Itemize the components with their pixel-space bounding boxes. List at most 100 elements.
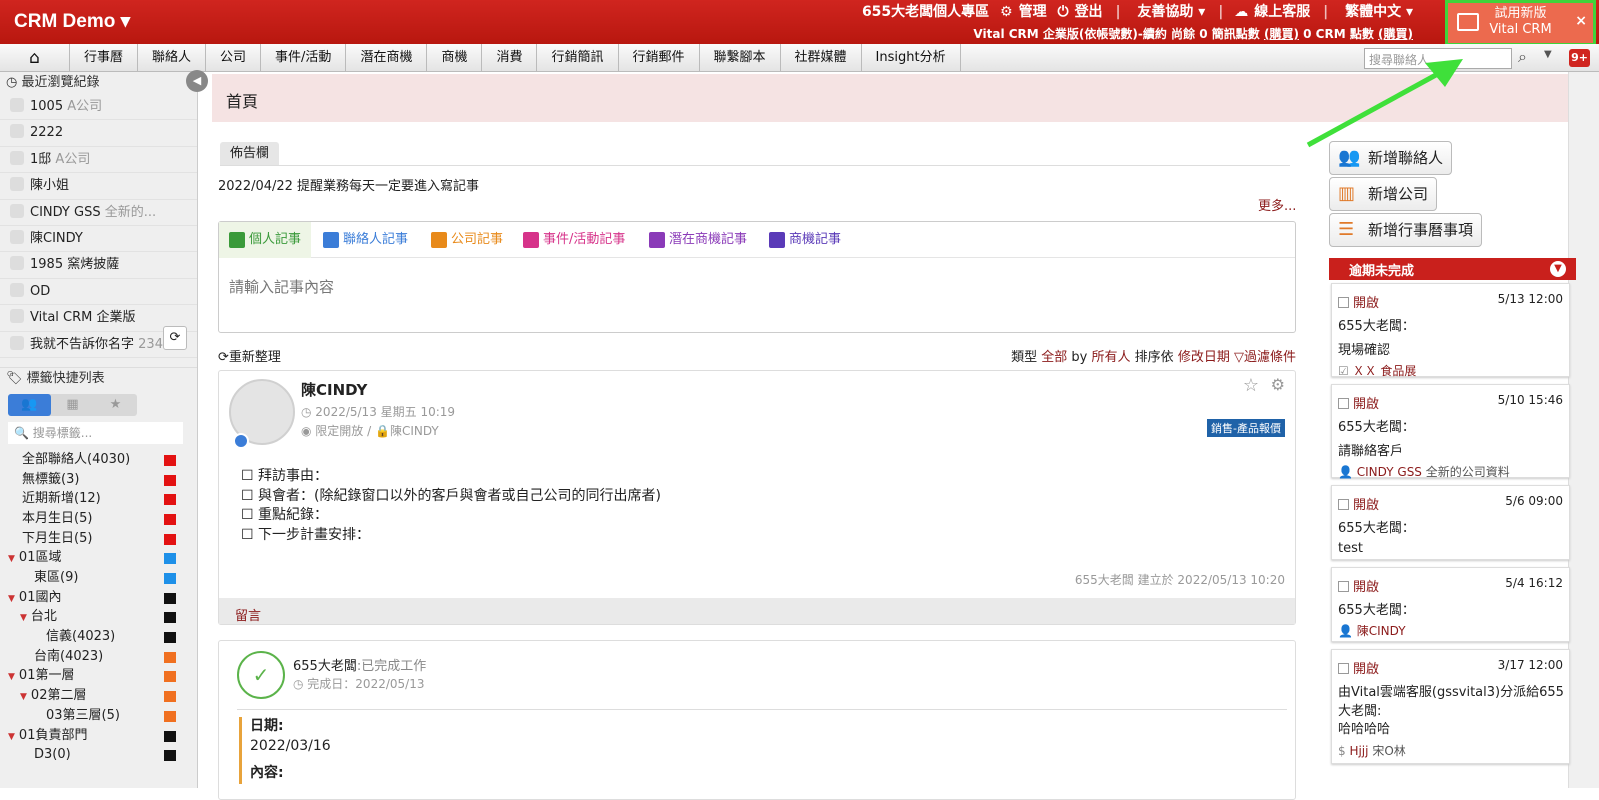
tag-item[interactable]: 近期新增(12) (0, 489, 197, 509)
logout-link[interactable]: ⏻ 登出 (1057, 4, 1102, 20)
add-company-button[interactable]: ▥ 新增公司 (1329, 177, 1438, 211)
sort-filter[interactable]: 修改日期 (1178, 350, 1230, 365)
tag-color-swatch[interactable] (164, 710, 176, 722)
tag-color-swatch[interactable] (164, 730, 176, 742)
recent-item[interactable]: 1005 A公司 (0, 94, 197, 121)
tag-color-swatch[interactable] (164, 513, 176, 525)
tag-color-swatch[interactable] (164, 474, 176, 486)
building-tab-icon[interactable]: ▦ (51, 394, 94, 416)
buy-crm-link[interactable]: (購買) (1378, 27, 1413, 41)
task-checkbox[interactable] (1338, 499, 1349, 510)
expand-triangle-icon[interactable]: ▼ (8, 594, 15, 604)
tag-item[interactable]: 台南(4023) (0, 647, 197, 667)
tag-color-swatch[interactable] (164, 494, 176, 506)
tag-color-swatch[interactable] (164, 651, 176, 663)
tag-color-swatch[interactable] (164, 671, 176, 683)
refresh-button[interactable]: ⟳重新整理 (218, 350, 281, 365)
nav-item[interactable]: 社群媒體 (781, 44, 862, 72)
nav-item[interactable]: 商機 (427, 44, 483, 72)
try-new-version-button[interactable]: 試用新版 Vital CRM × (1445, 0, 1596, 46)
type-filter[interactable]: 全部 (1041, 350, 1067, 365)
task-status[interactable]: 開啟 (1338, 393, 1379, 412)
nav-item[interactable]: 聯繫腳本 (700, 44, 781, 72)
tag-item[interactable]: 全部聯絡人(4030) (0, 450, 197, 470)
note-tab[interactable]: 個人記事 (219, 222, 312, 258)
post-author[interactable]: 655大老闆 (293, 659, 357, 674)
tag-item[interactable]: 本月生日(5) (0, 509, 197, 529)
tag-item[interactable]: ▼ 01國內 (0, 588, 197, 608)
recent-item[interactable]: 1邸 A公司 (0, 147, 197, 174)
user-area-link[interactable]: 655大老闆個人專區 (862, 4, 989, 20)
task-status[interactable]: 開啟 (1338, 292, 1379, 311)
nav-item[interactable]: 行銷簡訊 (537, 44, 619, 72)
tag-color-swatch[interactable] (164, 454, 176, 466)
task-related[interactable]: 👤 CINDY GSS 全新的公司資料 (1338, 463, 1510, 480)
task-status[interactable]: 開啟 (1338, 658, 1379, 677)
star-tab-icon[interactable]: ★ (94, 394, 137, 416)
note-tab[interactable]: 公司記事 (431, 222, 503, 258)
note-tab[interactable]: 事件/活動記事 (523, 222, 625, 258)
nav-item[interactable]: 公司 (206, 44, 262, 72)
task-related[interactable]: ☑ ＸＸ 食品展 (1338, 362, 1416, 379)
tag-color-swatch[interactable] (164, 632, 176, 644)
task-checkbox[interactable] (1338, 297, 1349, 308)
language-menu[interactable]: 繁體中文 ▾ (1339, 4, 1413, 20)
tag-item[interactable]: ▼ 01負責部門 (0, 726, 197, 746)
recent-item[interactable]: 陳CINDY (0, 226, 197, 253)
close-icon[interactable]: × (1575, 13, 1587, 29)
nav-item[interactable]: 行銷郵件 (619, 44, 700, 72)
task-related[interactable]: $ Hjjj 宋O林 (1338, 742, 1406, 759)
tag-color-swatch[interactable] (164, 691, 176, 703)
buy-sms-link[interactable]: (購買) (1264, 27, 1299, 41)
people-tab-icon[interactable]: 👥 (8, 393, 51, 416)
filter-conditions-link[interactable]: ▽過濾條件 (1234, 350, 1296, 365)
task-checkbox[interactable] (1338, 398, 1349, 409)
tag-search-input[interactable]: 🔍 搜尋標籤... (8, 421, 183, 444)
tag-color-swatch[interactable] (164, 612, 176, 624)
tag-item[interactable]: ▼ 01第一層 (0, 666, 197, 686)
more-link[interactable]: 更多... (1258, 195, 1296, 214)
online-service-link[interactable]: ☁ 線上客服 (1234, 4, 1310, 20)
tag-color-swatch[interactable] (164, 553, 176, 565)
tag-item[interactable]: D3(0) (0, 745, 197, 765)
nav-item[interactable]: 潛在商機 (346, 44, 428, 72)
nav-item[interactable]: Insight分析 (862, 44, 961, 72)
avatar[interactable] (229, 379, 295, 449)
refresh-tags-icon[interactable]: ⟳ (163, 326, 187, 350)
tag-color-swatch[interactable] (164, 533, 176, 545)
tag-item[interactable]: 03第三層(5) (0, 706, 197, 726)
recent-item[interactable]: CINDY GSS 全新的... (0, 200, 197, 226)
chevron-down-icon[interactable]: ▼ (1544, 49, 1552, 60)
tag-color-swatch[interactable] (164, 573, 176, 585)
post-tag-badge[interactable]: 銷售-產品報價 (1207, 419, 1285, 437)
nav-item[interactable]: 消費 (482, 44, 538, 72)
tag-item[interactable]: 無標籤(3) (0, 470, 197, 490)
tag-item[interactable]: 下月生日(5) (0, 529, 197, 549)
expand-triangle-icon[interactable]: ▼ (8, 554, 15, 564)
note-tab[interactable]: 潛在商機記事 (649, 222, 747, 258)
notification-badge[interactable]: 9+ (1569, 49, 1590, 67)
tag-color-swatch[interactable] (164, 592, 176, 604)
search-icon[interactable]: ⌕ (1518, 47, 1527, 67)
tag-item[interactable]: 信義(4023) (0, 627, 197, 647)
recent-item[interactable]: 陳小姐 (0, 173, 197, 200)
add-calendar-button[interactable]: ☰ 新增行事曆事項 (1329, 213, 1483, 247)
expand-triangle-icon[interactable]: ▼ (8, 732, 15, 742)
overdue-task[interactable]: 開啟 5/13 12:00 655大老闆： 現場確認 ☑ ＸＸ 食品展 (1331, 283, 1570, 379)
tag-item[interactable]: ▼ 台北 (0, 607, 197, 627)
collapse-sidebar-icon[interactable]: ◀ (186, 70, 208, 92)
tag-color-swatch[interactable] (164, 750, 176, 762)
gear-icon[interactable]: ⚙ (1271, 375, 1285, 394)
task-checkbox[interactable] (1338, 663, 1349, 674)
expand-triangle-icon[interactable]: ▼ (20, 692, 27, 702)
chevron-down-icon[interactable]: ▼ (1550, 261, 1566, 277)
overdue-task[interactable]: 開啟 5/10 15:46 655大老闆： 請聯絡客戶 👤 CINDY GSS 全新的公… (1331, 384, 1570, 480)
comment-link[interactable]: 留言 (219, 598, 1295, 624)
manage-link[interactable]: ⚙ 管理 (1000, 4, 1047, 20)
note-tab[interactable]: 聯絡人記事 (323, 222, 408, 258)
partner-menu[interactable]: 友善協助 ▾ (1131, 4, 1205, 20)
owner-filter[interactable]: 所有人 (1092, 350, 1131, 365)
nav-item[interactable]: 事件/活動 (261, 44, 347, 72)
recent-item[interactable]: 1985 窯烤披薩 (0, 252, 197, 279)
home-icon[interactable]: ⌂ (0, 44, 70, 72)
